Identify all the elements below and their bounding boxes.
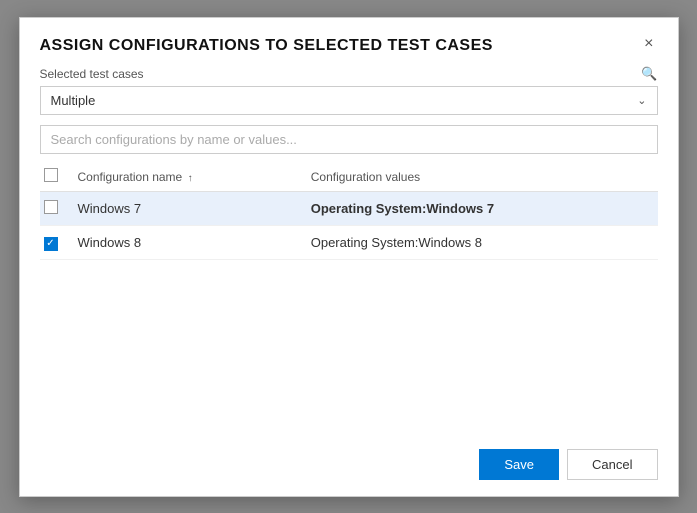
- select-all-checkbox[interactable]: [44, 168, 58, 182]
- selected-test-cases-text: Selected test cases: [40, 67, 144, 81]
- row-checkbox[interactable]: [44, 200, 58, 214]
- assign-configurations-dialog: ASSIGN CONFIGURATIONS TO SELECTED TEST C…: [19, 17, 679, 497]
- search-input[interactable]: [51, 132, 647, 147]
- dialog-body: Selected test cases 🔍 Multiple ⌄ Configu…: [20, 66, 678, 432]
- config-values-cell: Operating System:Windows 8: [303, 226, 658, 260]
- config-name-label: Configuration name: [78, 170, 183, 184]
- configurations-table: Configuration name ↑ Configuration value…: [40, 162, 658, 260]
- search-box: [40, 125, 658, 154]
- save-button[interactable]: Save: [479, 449, 559, 480]
- dropdown-value: Multiple: [51, 93, 96, 108]
- config-name-cell: Windows 8: [70, 226, 303, 260]
- dialog-header: ASSIGN CONFIGURATIONS TO SELECTED TEST C…: [20, 18, 678, 67]
- config-name-header[interactable]: Configuration name ↑: [70, 162, 303, 192]
- chevron-down-icon: ⌄: [637, 94, 646, 107]
- table-header-row: Configuration name ↑ Configuration value…: [40, 162, 658, 192]
- table-row: Windows 8Operating System:Windows 8: [40, 226, 658, 260]
- select-all-header: [40, 162, 70, 192]
- table-body: Windows 7Operating System:Windows 7Windo…: [40, 192, 658, 260]
- cancel-button[interactable]: Cancel: [567, 449, 657, 480]
- selected-test-cases-label: Selected test cases 🔍: [40, 66, 658, 82]
- test-cases-dropdown[interactable]: Multiple ⌄: [40, 86, 658, 115]
- table-row: Windows 7Operating System:Windows 7: [40, 192, 658, 226]
- config-values-label: Configuration values: [311, 170, 420, 184]
- row-checkbox[interactable]: [44, 237, 58, 251]
- search-icon[interactable]: 🔍: [641, 66, 657, 82]
- config-values-header: Configuration values: [303, 162, 658, 192]
- close-button[interactable]: ×: [640, 36, 657, 52]
- dialog-title: ASSIGN CONFIGURATIONS TO SELECTED TEST C…: [40, 36, 631, 57]
- config-values-cell: Operating System:Windows 7: [303, 192, 658, 226]
- dialog-footer: Save Cancel: [20, 433, 678, 496]
- config-name-cell: Windows 7: [70, 192, 303, 226]
- sort-asc-icon: ↑: [188, 173, 193, 184]
